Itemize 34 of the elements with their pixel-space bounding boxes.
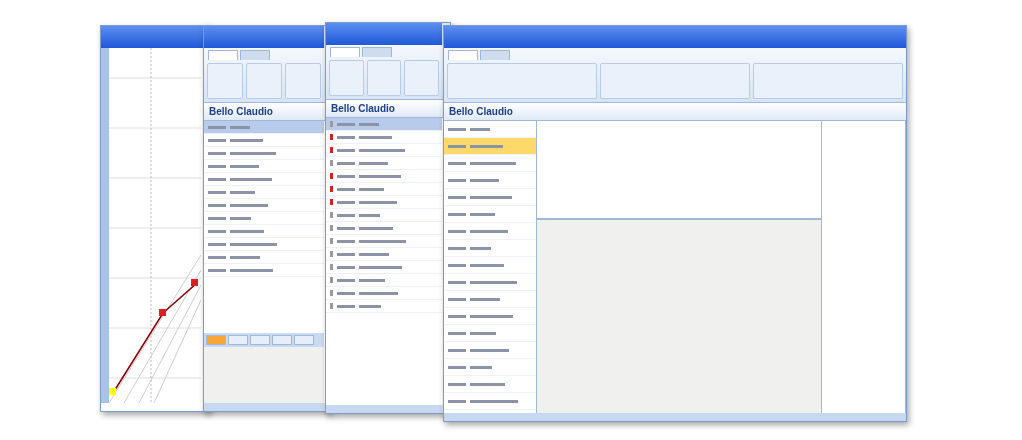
patient-name: Bello Claudio [444, 103, 906, 121]
list-row[interactable] [326, 196, 442, 209]
ribbon-group [246, 63, 282, 99]
list-row[interactable] [326, 157, 442, 170]
list-row[interactable] [326, 118, 442, 131]
ribbon-tab[interactable] [330, 47, 360, 57]
list-row[interactable] [326, 131, 442, 144]
ribbon-group [404, 60, 439, 96]
ribbon-group [329, 60, 364, 96]
data-point [109, 388, 116, 395]
list-row[interactable] [444, 138, 536, 155]
list-row[interactable] [326, 144, 442, 157]
list-row[interactable] [326, 248, 442, 261]
data-point [159, 309, 166, 316]
bottom-tab[interactable] [250, 335, 270, 345]
list-row[interactable] [326, 274, 442, 287]
list-row[interactable] [326, 209, 442, 222]
list-row[interactable] [204, 121, 324, 134]
list-row[interactable] [326, 300, 442, 313]
list-row[interactable] [326, 222, 442, 235]
bottom-tab[interactable] [228, 335, 248, 345]
ribbon-tab[interactable] [448, 50, 478, 60]
bottom-tab[interactable] [294, 335, 314, 345]
list-row[interactable] [326, 261, 442, 274]
ribbon-group [366, 60, 402, 96]
ribbon-tab[interactable] [208, 50, 238, 60]
list-row[interactable] [326, 235, 442, 248]
list-row[interactable] [326, 170, 442, 183]
data-point [191, 279, 198, 286]
list-row[interactable] [326, 287, 442, 300]
list-row[interactable] [326, 183, 442, 196]
bottom-tab[interactable] [272, 335, 292, 345]
ribbon-group [207, 63, 243, 99]
ribbon-group [285, 63, 321, 99]
